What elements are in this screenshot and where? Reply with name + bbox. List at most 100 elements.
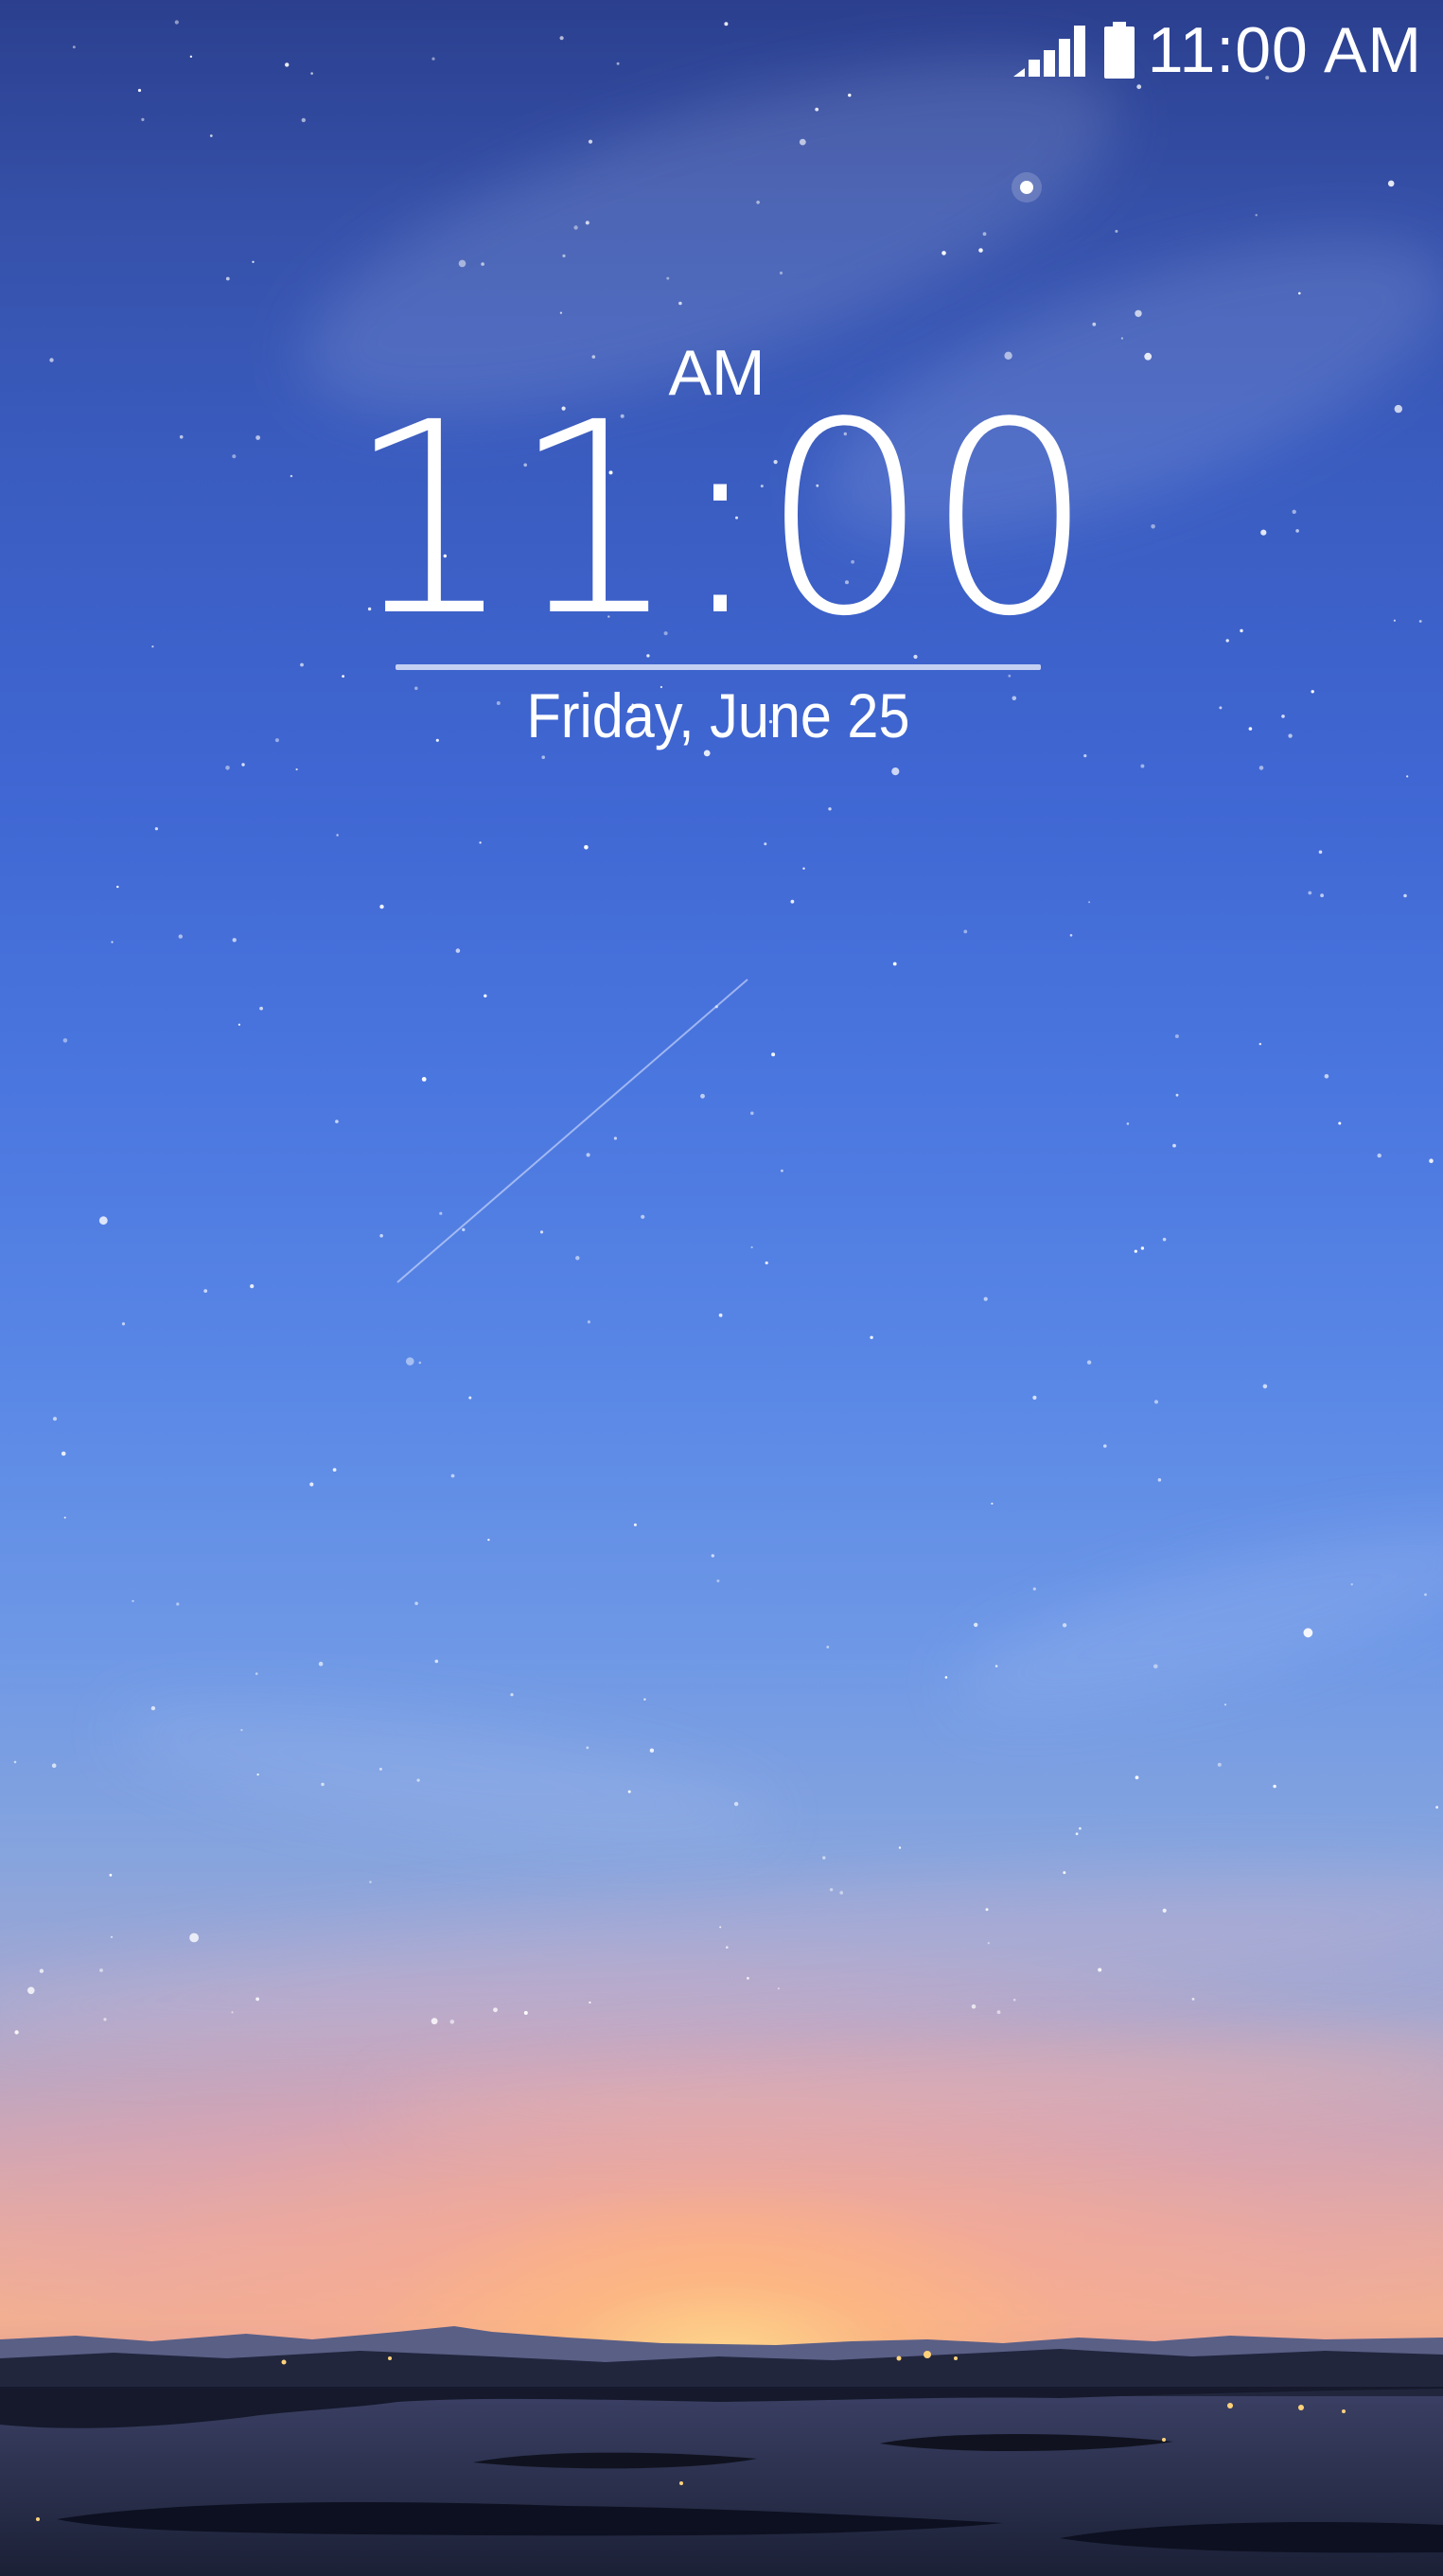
wallpaper-landscape xyxy=(0,2320,1443,2576)
star xyxy=(110,1935,114,1938)
star xyxy=(1273,1784,1276,1789)
star xyxy=(1377,1153,1381,1158)
star xyxy=(1062,1623,1067,1628)
star xyxy=(1083,754,1087,758)
star xyxy=(1032,1395,1037,1400)
star xyxy=(132,1599,134,1602)
star xyxy=(747,1977,749,1980)
star xyxy=(434,1659,439,1664)
star xyxy=(510,1693,514,1697)
star xyxy=(1324,1074,1329,1079)
star xyxy=(238,1023,240,1026)
star xyxy=(584,845,589,850)
star xyxy=(985,1908,989,1912)
star xyxy=(209,134,213,137)
star xyxy=(1191,1998,1195,2001)
star xyxy=(1126,1122,1130,1125)
star xyxy=(987,1942,990,1945)
star xyxy=(481,262,484,266)
clock-time: 11:00 xyxy=(345,366,1095,675)
star xyxy=(1008,674,1012,678)
star xyxy=(1098,1967,1102,1972)
star xyxy=(335,1120,339,1123)
star xyxy=(643,1698,646,1701)
star xyxy=(1406,775,1409,778)
star xyxy=(585,221,590,225)
star xyxy=(541,755,545,759)
star xyxy=(13,1760,17,1764)
star xyxy=(974,1622,978,1628)
star xyxy=(641,1214,645,1219)
star xyxy=(321,1782,325,1787)
star xyxy=(1012,1998,1016,2002)
star xyxy=(613,1137,618,1140)
star xyxy=(51,1763,57,1768)
star xyxy=(1032,1587,1036,1591)
star xyxy=(562,254,566,257)
star xyxy=(176,1602,180,1606)
star xyxy=(98,1216,108,1226)
star xyxy=(141,117,145,121)
star xyxy=(1079,1826,1082,1830)
star xyxy=(255,1997,259,2002)
star xyxy=(994,1665,998,1667)
star xyxy=(1092,322,1097,326)
lock-screen[interactable]: 11:00 AM AM 11:00 Friday, June 25 xyxy=(0,0,1443,2576)
star xyxy=(711,1554,714,1558)
star xyxy=(1217,1762,1222,1767)
star xyxy=(379,1234,383,1238)
star xyxy=(1162,1908,1167,1913)
star xyxy=(996,2010,1001,2015)
star xyxy=(714,1005,718,1009)
star xyxy=(1140,1246,1145,1250)
star xyxy=(203,1289,208,1293)
star xyxy=(523,2011,528,2015)
star xyxy=(1298,291,1301,295)
star xyxy=(449,2020,455,2024)
star xyxy=(781,1169,783,1173)
star xyxy=(256,1773,259,1776)
star xyxy=(575,1256,580,1261)
star xyxy=(150,1705,156,1711)
star xyxy=(416,1778,420,1782)
star xyxy=(963,929,968,934)
star xyxy=(1429,1158,1434,1163)
star xyxy=(379,904,384,909)
star xyxy=(1136,84,1142,90)
star xyxy=(1172,1143,1176,1148)
star xyxy=(14,2030,19,2035)
star xyxy=(154,827,158,831)
star xyxy=(1115,229,1118,233)
star xyxy=(733,1802,739,1807)
star xyxy=(252,260,255,263)
star xyxy=(1308,891,1312,895)
star xyxy=(826,1646,830,1649)
star xyxy=(232,938,237,943)
star xyxy=(1174,1034,1179,1038)
star xyxy=(300,662,304,667)
star xyxy=(462,1227,466,1232)
star xyxy=(1088,901,1091,904)
star xyxy=(250,1284,255,1289)
star xyxy=(1157,1478,1162,1482)
star xyxy=(487,1538,490,1542)
star xyxy=(1135,309,1142,317)
star xyxy=(756,201,760,204)
star xyxy=(726,1946,729,1949)
star xyxy=(455,948,461,953)
star xyxy=(336,834,339,837)
star xyxy=(63,1516,66,1519)
star xyxy=(62,1038,68,1043)
star xyxy=(1338,1121,1342,1125)
star xyxy=(1387,180,1395,187)
star xyxy=(468,1396,472,1400)
star xyxy=(39,1968,44,1973)
star xyxy=(971,2004,977,2009)
star xyxy=(285,62,290,67)
star xyxy=(1424,1593,1427,1597)
star xyxy=(72,45,76,49)
star xyxy=(573,225,578,230)
star xyxy=(941,251,946,256)
star xyxy=(719,1926,722,1929)
star xyxy=(627,1790,631,1793)
